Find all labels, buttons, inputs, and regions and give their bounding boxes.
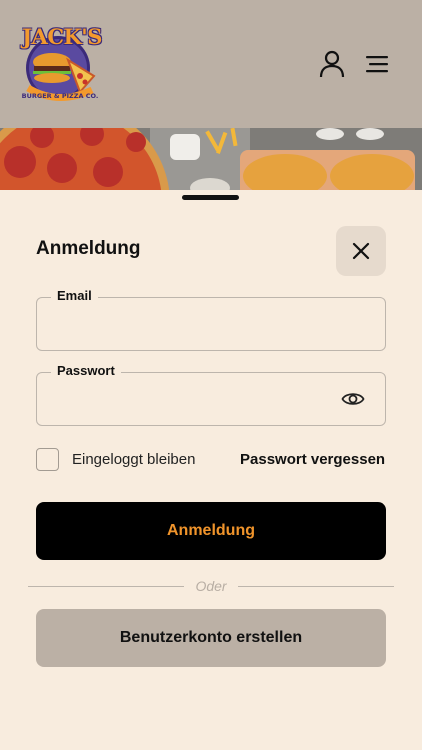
food-photo [0, 128, 422, 192]
login-button[interactable]: Anmeldung [36, 502, 386, 560]
hero-food-image [0, 128, 422, 192]
forgot-password-link[interactable]: Passwort vergessen [240, 451, 385, 468]
divider-line-right [238, 586, 394, 587]
password-label: Passwort [51, 363, 121, 378]
password-field[interactable]: Passwort [36, 363, 386, 426]
close-icon [352, 242, 370, 260]
email-field[interactable]: Email [36, 288, 386, 351]
remember-label[interactable]: Eingeloggt bleiben [72, 451, 195, 468]
svg-text:BURGER & PIZZA CO.: BURGER & PIZZA CO. [22, 92, 98, 100]
email-label: Email [51, 288, 98, 303]
sheet-grabber[interactable] [182, 195, 239, 200]
user-icon[interactable] [318, 50, 346, 78]
eye-icon[interactable] [341, 390, 365, 408]
jacks-logo[interactable]: BURGER & PIZZA CO. JACK'S [22, 24, 102, 104]
menu-icon[interactable] [364, 53, 390, 75]
close-button[interactable] [336, 226, 386, 276]
or-divider: Oder [28, 576, 394, 596]
create-account-button[interactable]: Benutzerkonto erstellen [36, 609, 386, 667]
remember-checkbox[interactable] [36, 448, 59, 471]
email-input[interactable] [49, 312, 329, 338]
logo-wordmark: JACK'S [22, 24, 102, 49]
app-header: BURGER & PIZZA CO. JACK'S [0, 0, 422, 128]
login-title: Anmeldung [36, 238, 141, 259]
password-input[interactable] [49, 387, 329, 413]
